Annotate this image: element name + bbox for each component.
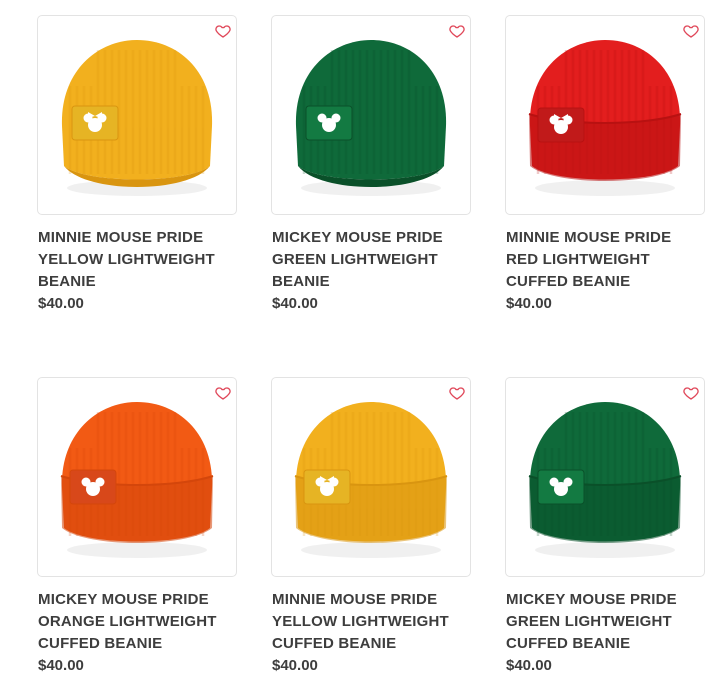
product-card[interactable]: MINNIE MOUSE PRIDE YELLOW LIGHTWEIGHT CU… [272, 378, 470, 677]
wishlist-heart-icon[interactable] [680, 20, 702, 42]
product-image[interactable] [506, 378, 704, 576]
beanie-image [294, 402, 448, 558]
product-grid: MINNIE MOUSE PRIDE YELLOW LIGHTWEIGHT BE… [0, 0, 714, 694]
product-title[interactable]: MINNIE MOUSE PRIDE YELLOW LIGHTWEIGHT CU… [272, 589, 470, 655]
wishlist-heart-icon[interactable] [446, 20, 468, 42]
product-title[interactable]: MINNIE MOUSE PRIDE RED LIGHTWEIGHT CUFFE… [506, 227, 704, 293]
beanie-image [61, 40, 213, 196]
wishlist-heart-icon[interactable] [680, 382, 702, 404]
beanie-image [60, 402, 214, 558]
product-price: $40.00 [506, 295, 552, 312]
wishlist-heart-icon[interactable] [446, 382, 468, 404]
product-title[interactable]: MICKEY MOUSE PRIDE GREEN LIGHTWEIGHT CUF… [506, 589, 704, 655]
product-card[interactable]: MICKEY MOUSE PRIDE GREEN LIGHTWEIGHT CUF… [506, 378, 704, 677]
product-image[interactable] [506, 16, 704, 214]
product-card[interactable]: MINNIE MOUSE PRIDE YELLOW LIGHTWEIGHT BE… [38, 16, 236, 315]
product-price: $40.00 [38, 657, 84, 674]
product-card[interactable]: MICKEY MOUSE PRIDE GREEN LIGHTWEIGHT BEA… [272, 16, 470, 315]
product-price: $40.00 [272, 295, 318, 312]
product-card[interactable]: MINNIE MOUSE PRIDE RED LIGHTWEIGHT CUFFE… [506, 16, 704, 315]
beanie-image [528, 40, 682, 196]
product-card[interactable]: MICKEY MOUSE PRIDE ORANGE LIGHTWEIGHT CU… [38, 378, 236, 677]
product-image[interactable] [38, 16, 236, 214]
product-price: $40.00 [506, 657, 552, 674]
wishlist-heart-icon[interactable] [212, 382, 234, 404]
product-title[interactable]: MICKEY MOUSE PRIDE ORANGE LIGHTWEIGHT CU… [38, 589, 236, 655]
product-price: $40.00 [272, 657, 318, 674]
product-image[interactable] [272, 378, 470, 576]
product-image[interactable] [272, 16, 470, 214]
product-price: $40.00 [38, 295, 84, 312]
product-title[interactable]: MICKEY MOUSE PRIDE GREEN LIGHTWEIGHT BEA… [272, 227, 470, 293]
product-title[interactable]: MINNIE MOUSE PRIDE YELLOW LIGHTWEIGHT BE… [38, 227, 236, 293]
wishlist-heart-icon[interactable] [212, 20, 234, 42]
product-image[interactable] [38, 378, 236, 576]
beanie-image [528, 402, 682, 558]
beanie-image [295, 40, 447, 196]
